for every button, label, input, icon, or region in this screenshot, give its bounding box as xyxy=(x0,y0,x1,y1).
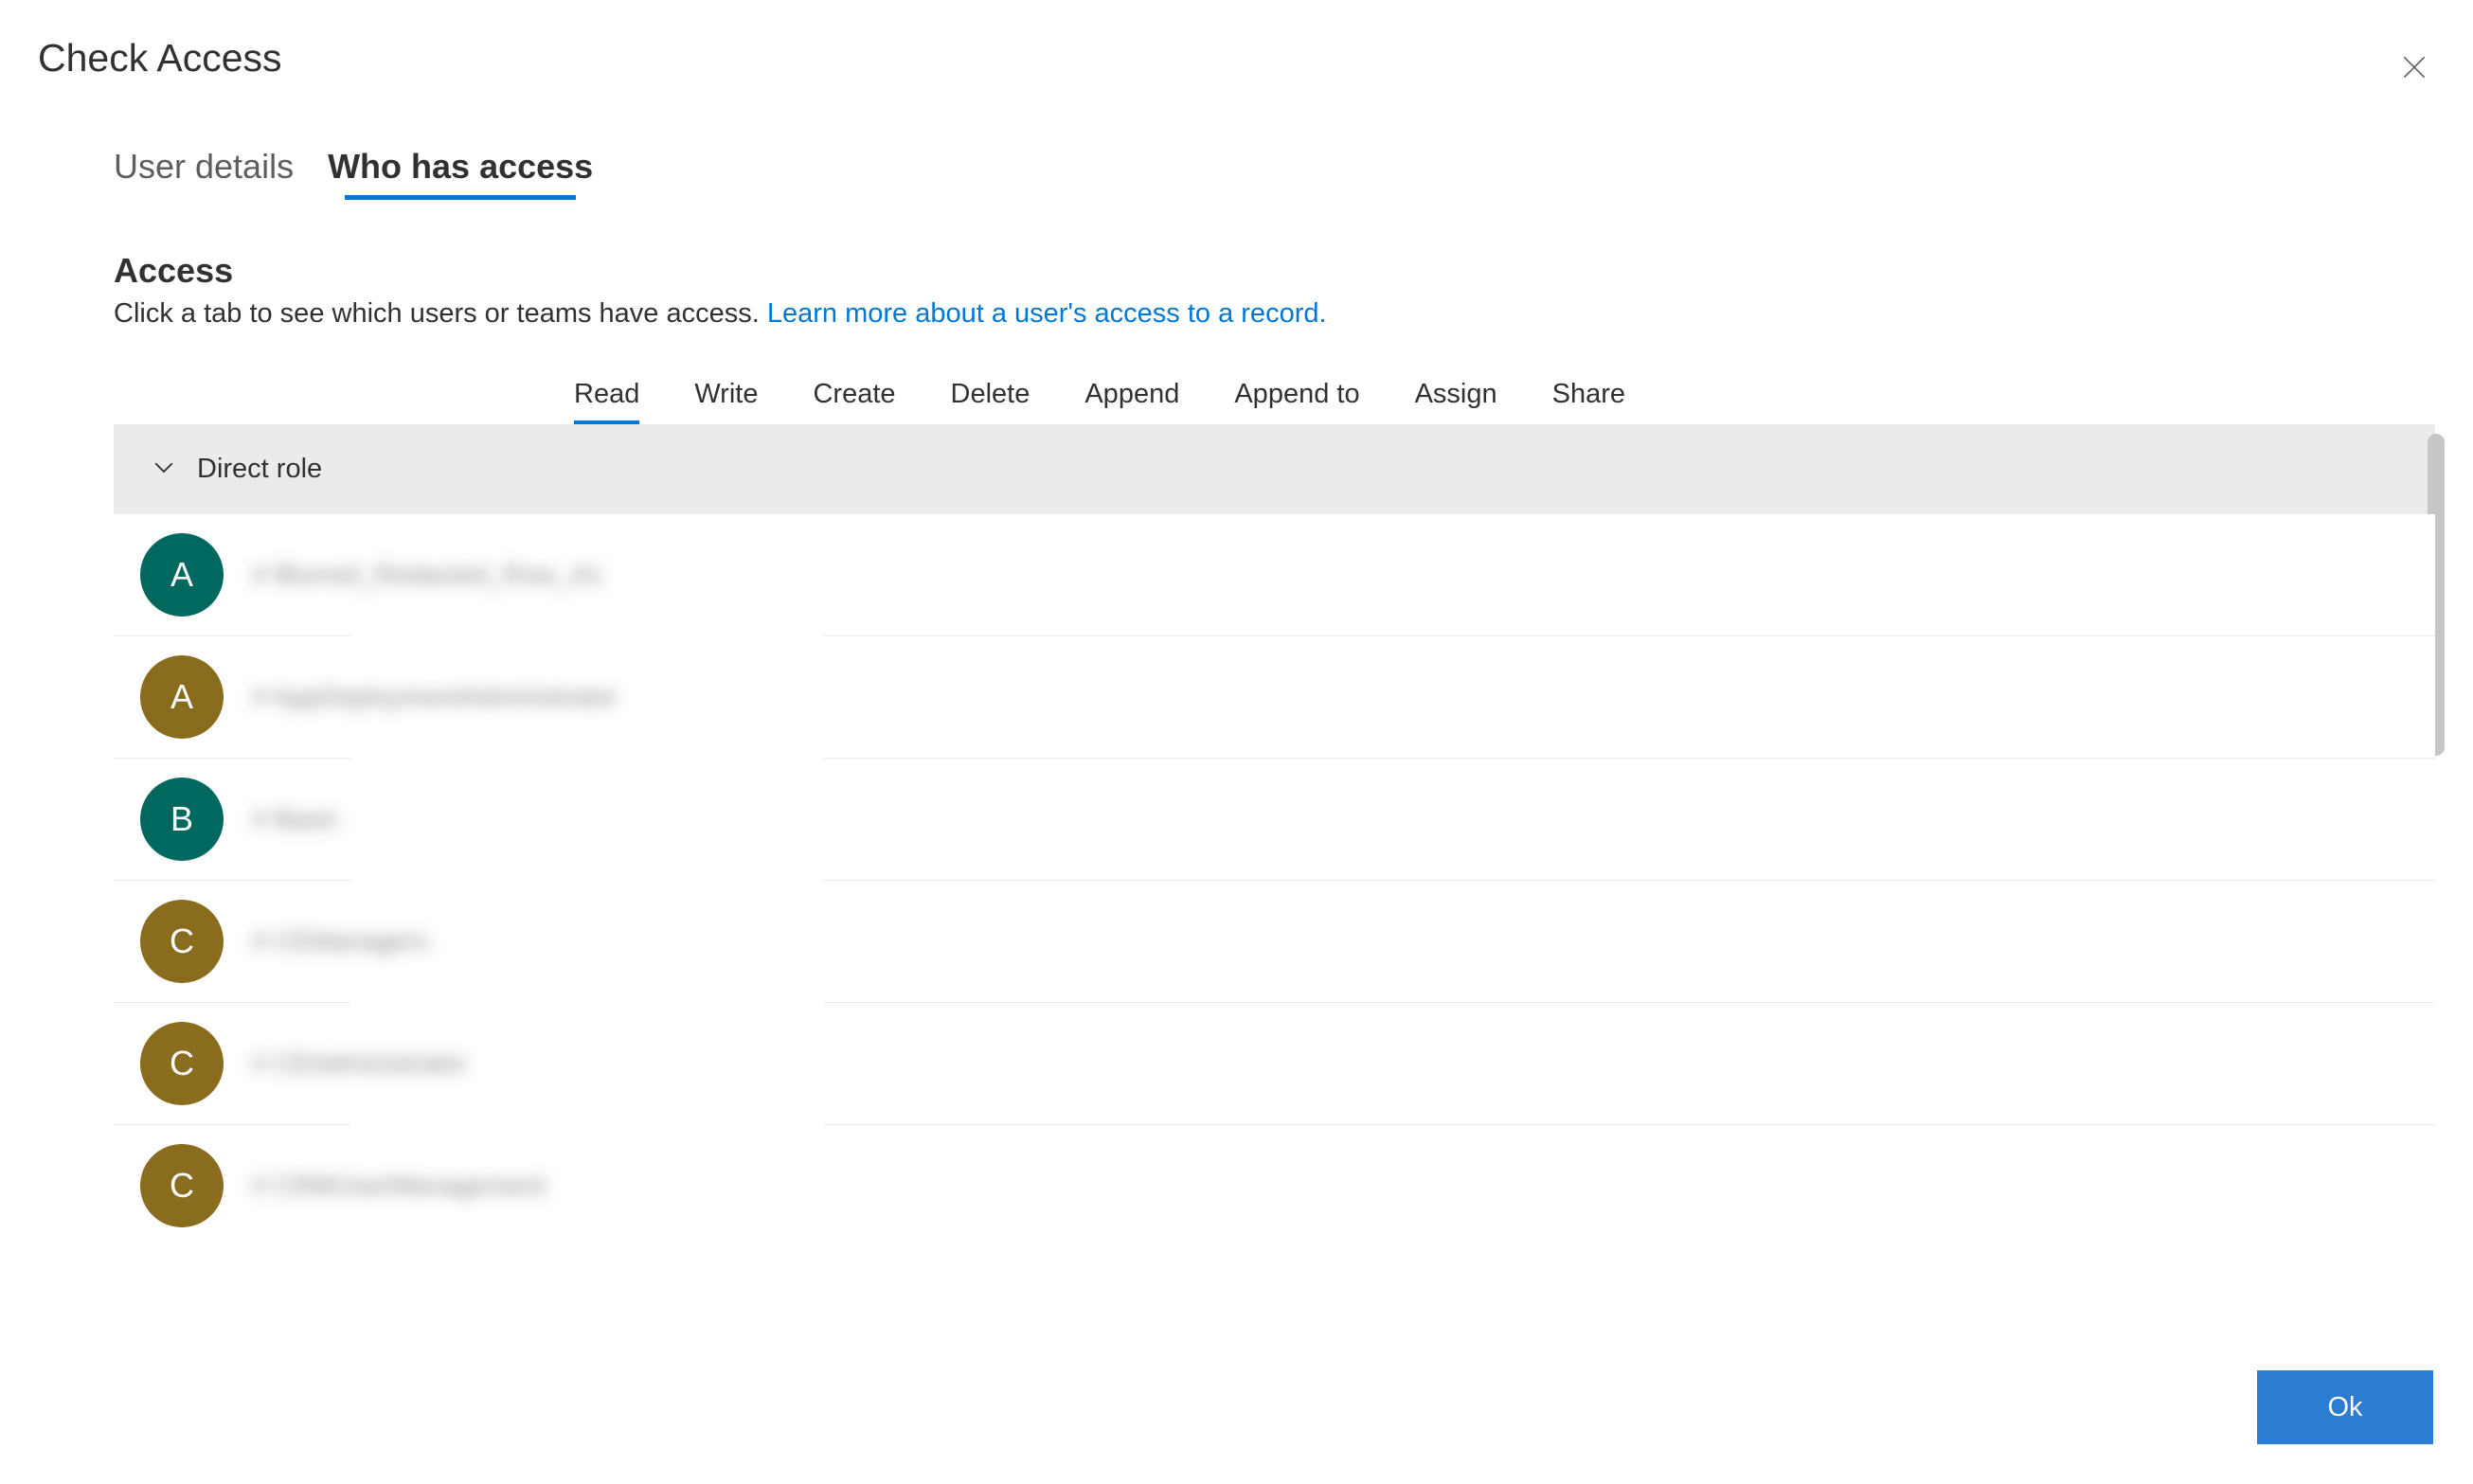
list-item[interactable]: C # CRMUserManagement xyxy=(114,1125,2435,1246)
group-title: Direct role xyxy=(197,454,322,485)
tab-user-details[interactable]: User details xyxy=(114,147,294,198)
perm-tab-delete[interactable]: Delete xyxy=(951,379,1030,423)
list-item-label: # Basic xyxy=(252,804,339,834)
section-description-text: Click a tab to see which users or teams … xyxy=(114,298,767,329)
list-item-label: # CEAdministrator xyxy=(252,1048,467,1079)
perm-tab-share[interactable]: Share xyxy=(1552,379,1625,423)
avatar: A xyxy=(140,533,224,617)
tab-who-has-access[interactable]: Who has access xyxy=(328,147,593,198)
list-item[interactable]: B # Basic xyxy=(114,759,2435,881)
list-item-label: # CRMUserManagement xyxy=(252,1171,546,1201)
perm-tab-append-to[interactable]: Append to xyxy=(1234,379,1359,423)
list-item-label: # Blurred_Redacted_Row_A1 xyxy=(252,560,602,590)
list-item[interactable]: A # Blurred_Redacted_Row_A1 xyxy=(114,514,2435,636)
perm-tab-read[interactable]: Read xyxy=(574,379,639,423)
perm-tab-write[interactable]: Write xyxy=(694,379,758,423)
section-title: Access xyxy=(114,251,2435,291)
perm-tab-assign[interactable]: Assign xyxy=(1415,379,1497,423)
list-item[interactable]: C # CEAdministrator xyxy=(114,1003,2435,1125)
avatar: C xyxy=(140,900,224,983)
primary-tab-bar: User details Who has access xyxy=(114,147,2435,198)
list-item-label: # AppDeploymentAdministrator xyxy=(252,682,618,712)
ok-button[interactable]: Ok xyxy=(2257,1370,2433,1444)
close-icon xyxy=(2399,52,2429,85)
learn-more-link[interactable]: Learn more about a user's access to a re… xyxy=(767,298,1327,329)
access-list: Direct role A # Blurred_Redacted_Row_A1 … xyxy=(114,423,2435,1246)
avatar: C xyxy=(140,1022,224,1105)
dialog-content: User details Who has access Access Click… xyxy=(114,147,2435,1246)
permission-tab-bar: Read Write Create Delete Append Append t… xyxy=(114,379,1625,423)
perm-tab-append[interactable]: Append xyxy=(1084,379,1179,423)
section-description: Click a tab to see which users or teams … xyxy=(114,298,2435,330)
list-item-label: # CEManagers xyxy=(252,926,429,957)
avatar: A xyxy=(140,655,224,739)
group-header-direct-role[interactable]: Direct role xyxy=(114,424,2435,514)
avatar: B xyxy=(140,778,224,861)
chevron-down-icon xyxy=(150,453,178,486)
check-access-dialog: Check Access User details Who has access… xyxy=(0,0,2473,1484)
close-button[interactable] xyxy=(2393,47,2435,89)
avatar: C xyxy=(140,1144,224,1227)
list-item[interactable]: A # AppDeploymentAdministrator xyxy=(114,636,2435,759)
list-item[interactable]: C # CEManagers xyxy=(114,881,2435,1003)
perm-tab-create[interactable]: Create xyxy=(813,379,895,423)
dialog-title: Check Access xyxy=(38,36,282,80)
